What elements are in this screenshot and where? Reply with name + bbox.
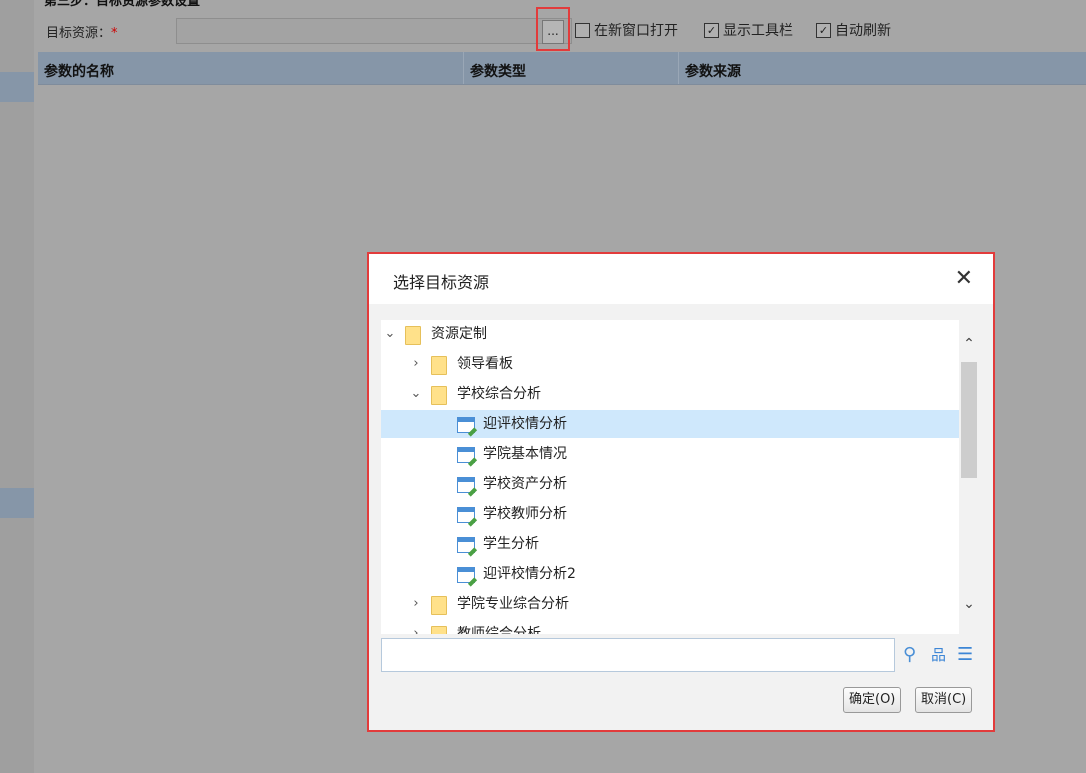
dialog-title: 选择目标资源 (393, 273, 490, 292)
report-icon (457, 567, 475, 583)
folder-icon (431, 626, 447, 634)
tree-item-label: 学校教师分析 (483, 506, 567, 522)
step-title: 第三步：目标资源参数设置 (44, 0, 201, 9)
left-panel-block (0, 72, 34, 102)
tree-item-label: 迎评校情分析 (483, 416, 567, 432)
tree-item[interactable]: 学院基本情况 (381, 440, 959, 468)
tree-item[interactable]: › 领导看板 (381, 350, 959, 378)
tree-item-label: 学校资产分析 (483, 476, 567, 492)
folder-icon (431, 596, 447, 615)
report-icon (457, 507, 475, 523)
tree-item-label: 教师综合分析 (457, 626, 541, 634)
chevron-right-icon[interactable]: › (409, 350, 423, 378)
chevron-down-icon[interactable]: ⌄ (409, 380, 423, 408)
tree-item-selected[interactable]: 迎评校情分析 (381, 410, 959, 438)
chevron-right-icon[interactable]: › (409, 620, 423, 634)
checkbox-box[interactable]: ✓ (704, 22, 719, 38)
tree-item[interactable]: 学校资产分析 (381, 470, 959, 498)
show-toolbar-checkbox[interactable]: ✓ 显示工具栏 (704, 20, 793, 40)
chevron-down-icon[interactable]: ⌄ (959, 596, 979, 612)
checkbox-box[interactable] (575, 22, 590, 38)
tree-item-label: 学院基本情况 (483, 446, 567, 462)
report-icon (457, 417, 475, 433)
tree-view-icon[interactable]: 品 (931, 644, 946, 665)
ok-button[interactable]: 确定(O) (843, 687, 902, 713)
column-divider (463, 52, 464, 84)
folder-icon (431, 356, 447, 375)
column-divider (678, 52, 679, 84)
close-icon[interactable]: ✕ (955, 266, 973, 291)
tree-item[interactable]: 学校教师分析 (381, 500, 959, 528)
tree-item[interactable]: 学生分析 (381, 530, 959, 558)
chevron-up-icon[interactable]: ⌃ (959, 336, 979, 352)
tree-item-label: 学校综合分析 (457, 386, 541, 402)
checkbox-box[interactable]: ✓ (816, 22, 831, 38)
select-resource-dialog: 选择目标资源 ✕ ⌄ 资源定制 › 领导看板 ⌄ 学校综合分析 迎评校情分析 学… (367, 252, 995, 732)
tree-item-label: 资源定制 (431, 326, 487, 342)
cancel-button[interactable]: 取消(C) (915, 687, 973, 713)
tree-item-label: 学院专业综合分析 (457, 596, 569, 612)
chevron-right-icon[interactable]: › (409, 590, 423, 618)
tree-item-label: 领导看板 (457, 356, 513, 372)
left-panel-block (0, 488, 34, 518)
resource-tree: ⌄ 资源定制 › 领导看板 ⌄ 学校综合分析 迎评校情分析 学院基本情况 学校资… (381, 320, 959, 634)
target-resource-label: 目标资源：* (46, 26, 118, 41)
tree-item[interactable]: › 教师综合分析 (381, 620, 959, 634)
report-icon (457, 447, 475, 463)
chevron-down-icon[interactable]: ⌄ (383, 320, 397, 348)
search-input[interactable] (381, 638, 895, 672)
auto-refresh-checkbox[interactable]: ✓ 自动刷新 (816, 20, 891, 40)
browse-highlight: ... (536, 7, 570, 51)
tree-item-label: 学生分析 (483, 536, 539, 552)
folder-icon (405, 326, 421, 345)
tree-item[interactable]: 迎评校情分析2 (381, 560, 959, 588)
scrollbar-thumb[interactable] (961, 362, 977, 478)
search-icon[interactable]: ⚲ (903, 644, 916, 665)
target-resource-row: 目标资源：* ... 在新窗口打开 ✓ 显示工具栏 ✓ 自动刷新 (38, 7, 1086, 51)
tree-item[interactable]: ⌄ 学校综合分析 (381, 380, 959, 408)
tree-item[interactable]: › 学院专业综合分析 (381, 590, 959, 618)
tree-item-label: 迎评校情分析2 (483, 566, 576, 582)
report-icon (457, 537, 475, 553)
tree-scrollbar[interactable]: ⌃ ⌄ (959, 320, 979, 634)
tree-item[interactable]: ⌄ 资源定制 (381, 320, 959, 348)
column-param-type[interactable]: 参数类型 (470, 61, 526, 81)
target-resource-input[interactable] (176, 18, 572, 44)
folder-icon (431, 386, 447, 405)
report-icon (457, 477, 475, 493)
open-new-window-checkbox[interactable]: 在新窗口打开 (575, 20, 678, 40)
left-panel (0, 0, 34, 773)
dialog-body: ⌄ 资源定制 › 领导看板 ⌄ 学校综合分析 迎评校情分析 学院基本情况 学校资… (369, 304, 993, 730)
column-param-name[interactable]: 参数的名称 (44, 61, 114, 81)
list-view-icon[interactable]: ☰ (957, 644, 973, 665)
browse-button[interactable]: ... (542, 20, 564, 44)
column-param-source[interactable]: 参数来源 (685, 61, 741, 81)
parameter-grid-header: 参数的名称 参数类型 参数来源 (38, 52, 1086, 85)
